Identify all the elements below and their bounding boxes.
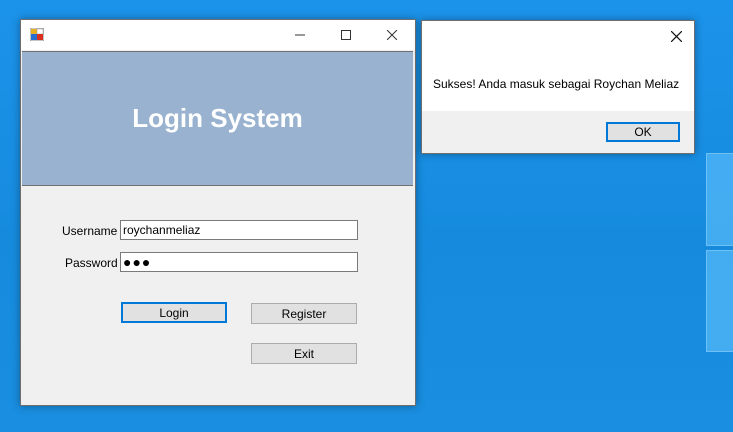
- message-text: Sukses! Anda masuk sebagai Roychan Melia…: [433, 77, 680, 91]
- maximize-icon: [341, 30, 351, 40]
- close-icon: [387, 30, 397, 40]
- message-close-button[interactable]: [658, 21, 694, 51]
- minimize-icon: [295, 34, 305, 36]
- minimize-button[interactable]: [277, 20, 323, 50]
- page-title: Login System: [132, 103, 303, 133]
- register-button[interactable]: Register: [251, 303, 357, 324]
- password-label: Password: [65, 256, 118, 270]
- username-label: Username: [62, 224, 118, 238]
- login-window: Login System Username roychanmeliaz Pass…: [20, 19, 416, 406]
- maximize-button[interactable]: [323, 20, 369, 50]
- login-button[interactable]: Login: [121, 302, 227, 323]
- title-bar[interactable]: [21, 20, 415, 50]
- exit-button[interactable]: Exit: [251, 343, 357, 364]
- windows-logo-pane: [706, 153, 733, 246]
- app-icon[interactable]: [29, 27, 45, 42]
- message-footer: OK: [422, 111, 694, 153]
- username-input[interactable]: roychanmeliaz: [120, 220, 358, 240]
- header-panel: Login System: [22, 51, 413, 186]
- password-input[interactable]: ●●●: [120, 252, 358, 272]
- close-icon: [670, 30, 682, 42]
- message-box: Sukses! Anda masuk sebagai Roychan Melia…: [421, 20, 695, 154]
- close-button[interactable]: [369, 20, 415, 50]
- windows-logo-pane: [706, 250, 733, 352]
- ok-button[interactable]: OK: [606, 122, 680, 142]
